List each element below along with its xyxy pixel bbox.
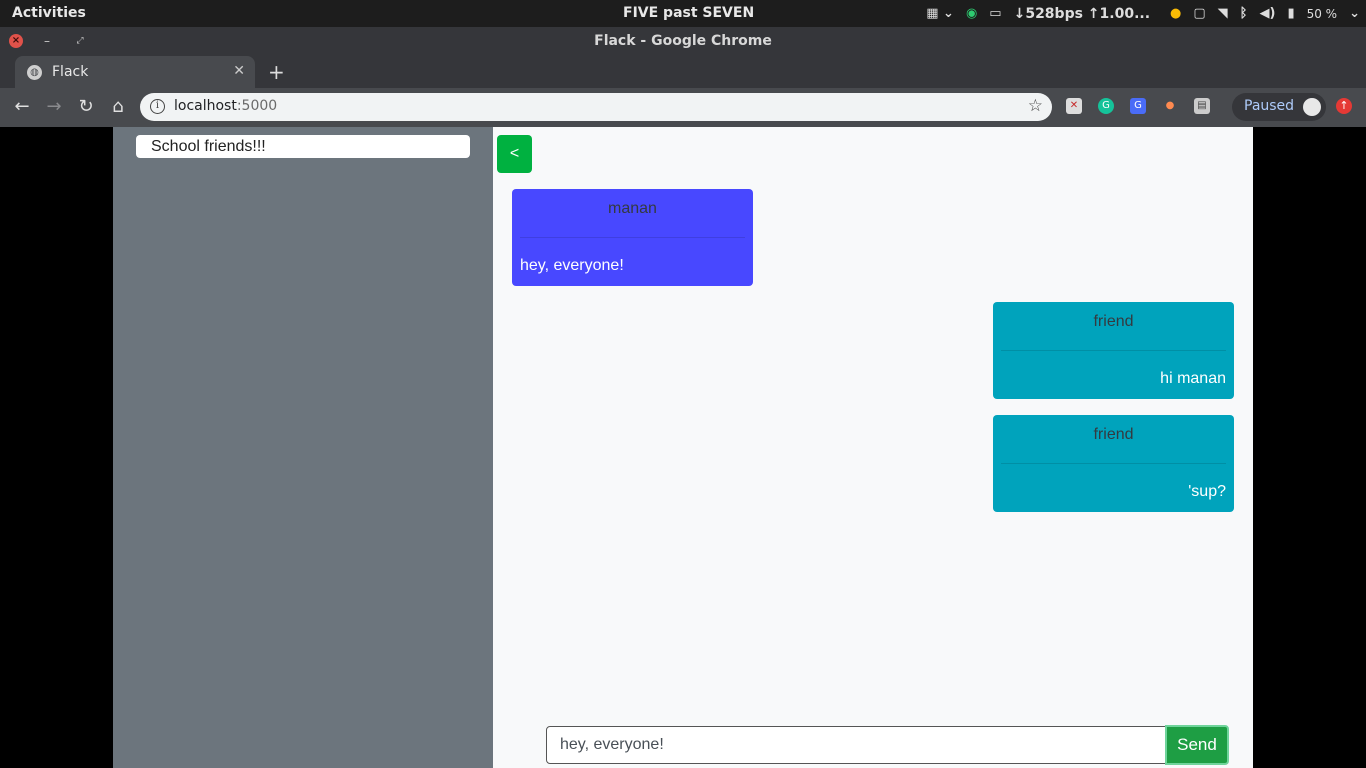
home-icon[interactable]: ⌂ bbox=[107, 96, 129, 117]
message-text: hi manan bbox=[1160, 370, 1226, 387]
chat-panel: < manan hey, everyone! friend hi manan f… bbox=[493, 127, 1253, 768]
tab-flack[interactable]: ◍ Flack ✕ bbox=[15, 56, 255, 88]
avatar bbox=[1303, 98, 1321, 116]
message-input[interactable] bbox=[546, 726, 1166, 764]
channel-sidebar: School friends!!! bbox=[113, 127, 493, 768]
chrome-indicator-icon[interactable]: ● bbox=[1170, 0, 1181, 27]
volume-icon[interactable]: ◀) bbox=[1259, 0, 1275, 27]
url-host: localhost bbox=[174, 98, 237, 114]
address-bar[interactable]: i localhost:5000 ☆ bbox=[140, 93, 1052, 121]
new-tab-icon[interactable]: + bbox=[268, 60, 285, 84]
page-viewport: School friends!!! < manan hey, everyone!… bbox=[0, 127, 1366, 768]
extension-icon[interactable]: ▤ bbox=[1194, 98, 1210, 114]
globe-icon: ◍ bbox=[27, 65, 42, 80]
system-top-bar: Activities FIVE past SEVEN ▦ ⌄ ◉ ▭ ↓528b… bbox=[0, 0, 1366, 27]
workspace-icon[interactable]: ▦ ⌄ bbox=[926, 0, 954, 27]
tab-label: Flack bbox=[52, 64, 89, 80]
system-clock[interactable]: FIVE past SEVEN bbox=[623, 5, 754, 21]
arrow-right-icon[interactable]: → bbox=[43, 96, 65, 117]
wifi-icon[interactable]: ◥ bbox=[1218, 0, 1228, 27]
message-sender: manan bbox=[608, 200, 657, 217]
activities-button[interactable]: Activities bbox=[12, 5, 86, 21]
display-icon[interactable]: ▭ bbox=[989, 0, 1001, 27]
network-speed: ↓528bps ↑1.00... bbox=[1013, 5, 1151, 22]
message-text: hey, everyone! bbox=[520, 257, 624, 274]
battery-icon[interactable]: ▮ bbox=[1287, 0, 1294, 27]
reload-icon[interactable]: ↻ bbox=[75, 96, 97, 117]
message-card: friend hi manan bbox=[993, 302, 1234, 399]
star-icon[interactable]: ☆ bbox=[1028, 96, 1043, 116]
message-divider bbox=[1001, 350, 1226, 351]
system-tray: ▦ ⌄ ◉ ▭ ↓528bps ↑1.00... ● ▢ ◥ ᛒ ◀) ▮ 50… bbox=[920, 0, 1366, 27]
site-info-icon[interactable]: i bbox=[150, 99, 165, 114]
url-text[interactable]: localhost:5000 bbox=[174, 98, 277, 114]
tab-strip: ◍ Flack ✕ + bbox=[0, 54, 1366, 88]
battery-percent: 50 % bbox=[1306, 6, 1338, 21]
update-icon[interactable]: ↑ bbox=[1336, 98, 1352, 114]
extension-icon[interactable]: ✕ bbox=[1066, 98, 1082, 114]
app-indicator-icon[interactable]: ◉ bbox=[966, 0, 977, 27]
url-port: :5000 bbox=[236, 98, 278, 114]
grammarly-icon[interactable]: G bbox=[1098, 98, 1114, 114]
window-title-bar: × – ⤢ Flack - Google Chrome bbox=[0, 27, 1366, 54]
message-sender: friend bbox=[1093, 313, 1134, 330]
arrow-left-icon[interactable]: ← bbox=[11, 96, 33, 117]
message-text: 'sup? bbox=[1188, 483, 1226, 500]
profile-button[interactable]: Paused bbox=[1232, 93, 1326, 121]
browser-toolbar: ← → ↻ ⌂ i localhost:5000 ☆ ✕ G G ● ▤ Pau… bbox=[0, 88, 1366, 127]
channel-item[interactable]: School friends!!! bbox=[136, 135, 470, 158]
message-divider bbox=[520, 237, 745, 238]
translate-icon[interactable]: G bbox=[1130, 98, 1146, 114]
message-divider bbox=[1001, 463, 1226, 464]
cast-icon[interactable]: ▢ bbox=[1193, 0, 1205, 27]
message-card: manan hey, everyone! bbox=[512, 189, 753, 286]
profile-label: Paused bbox=[1244, 98, 1295, 114]
extension-icon[interactable]: ● bbox=[1162, 98, 1178, 114]
system-menu-chevron-icon[interactable]: ⌄ bbox=[1349, 0, 1360, 27]
send-button[interactable]: Send bbox=[1165, 725, 1229, 765]
tab-close-icon[interactable]: ✕ bbox=[233, 63, 245, 79]
back-button[interactable]: < bbox=[497, 135, 532, 173]
message-sender: friend bbox=[1093, 426, 1134, 443]
bluetooth-icon[interactable]: ᛒ bbox=[1240, 0, 1248, 27]
message-card: friend 'sup? bbox=[993, 415, 1234, 512]
window-title: Flack - Google Chrome bbox=[594, 33, 772, 49]
